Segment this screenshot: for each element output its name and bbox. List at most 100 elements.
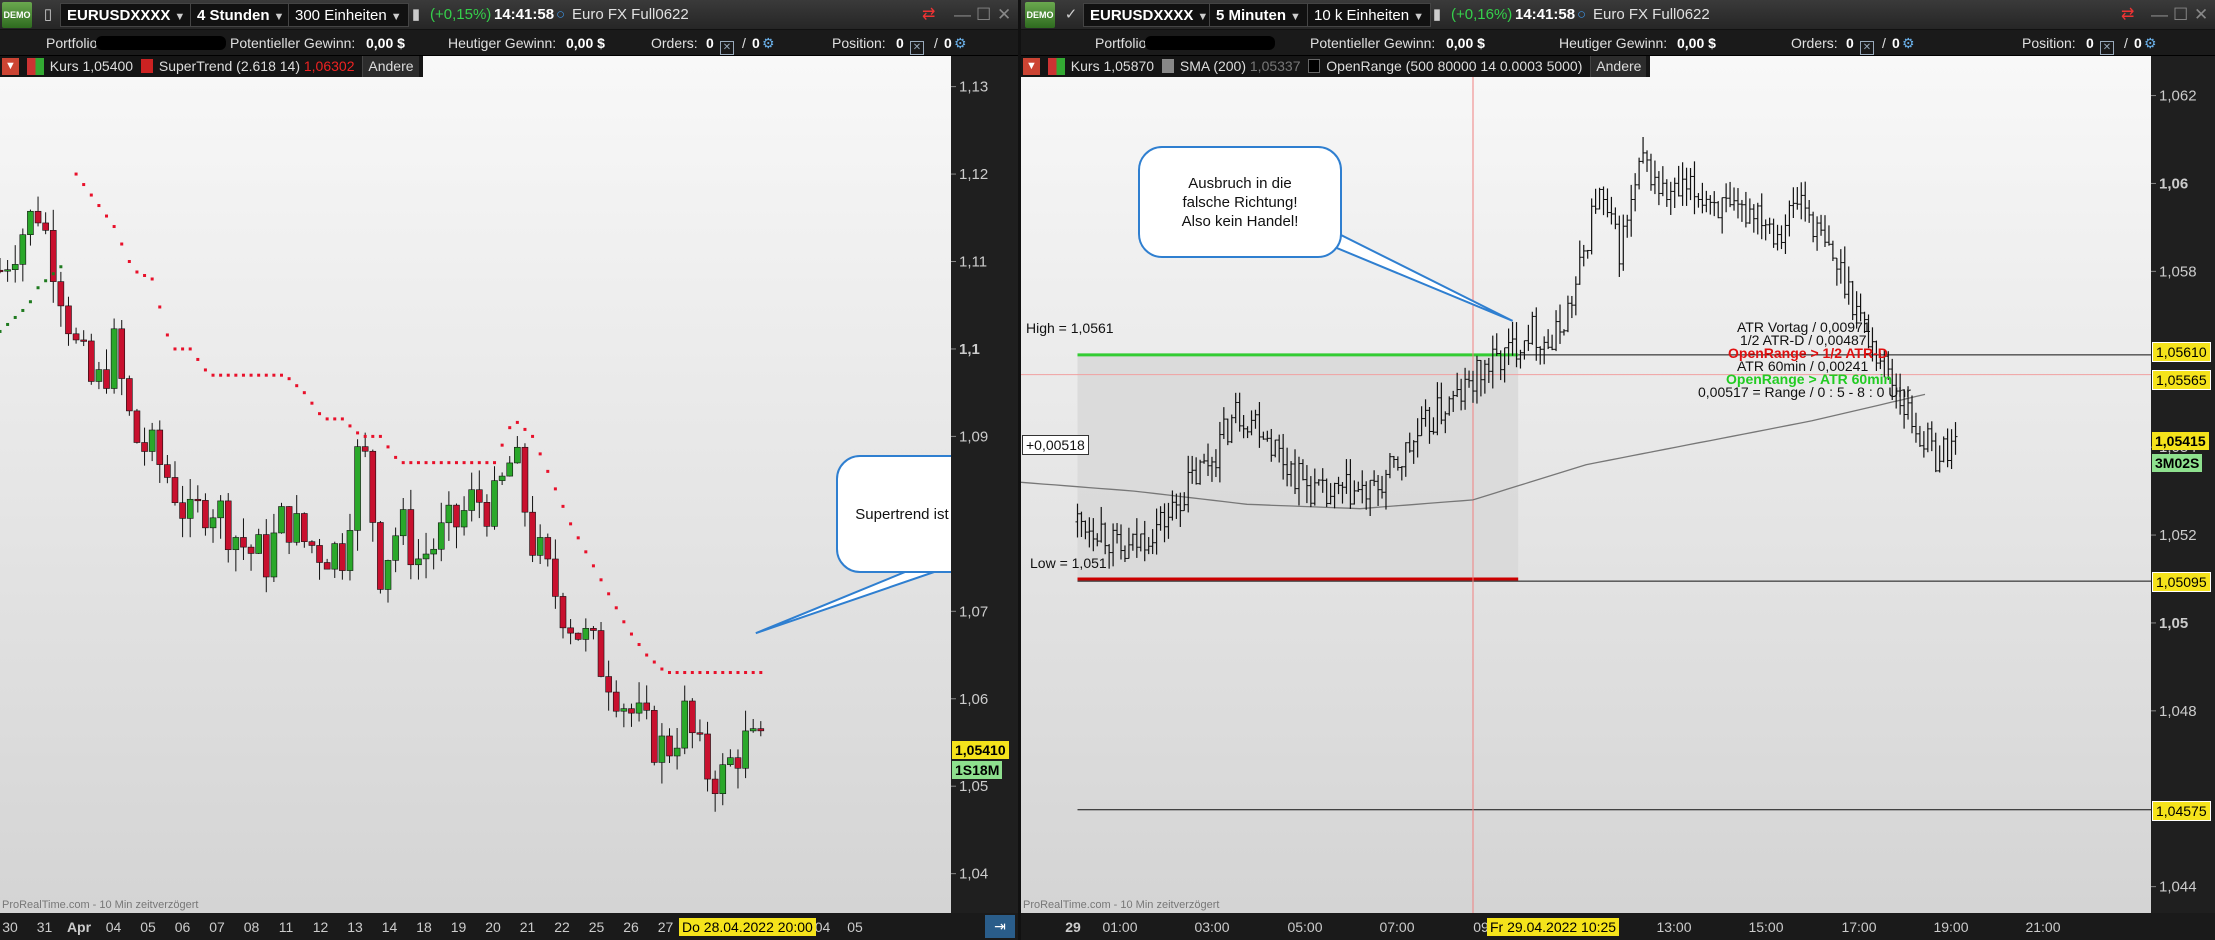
- supertrend-short-dot: [477, 461, 481, 465]
- candle-body: [171, 477, 179, 503]
- symbol-selector[interactable]: EURUSDXXXX ▼: [1083, 3, 1216, 27]
- supertrend-short-dot: [622, 620, 626, 624]
- x-tick-label: 04: [106, 919, 122, 935]
- position-icon[interactable]: ✕: [2098, 30, 2116, 56]
- collapse-icon[interactable]: ▼: [1023, 58, 1040, 75]
- candle-body: [514, 446, 521, 464]
- sma-swatch-icon: [1161, 59, 1174, 73]
- supertrend-short-dot: [416, 461, 420, 465]
- orders-icon[interactable]: ✕: [718, 30, 736, 56]
- legend-price-value: 1,05870: [1103, 58, 1155, 74]
- supertrend-short-dot: [599, 578, 603, 582]
- timeframe-selector[interactable]: 5 Minuten ▼: [1209, 3, 1308, 27]
- candle-body: [0, 269, 4, 273]
- candle-body: [42, 222, 49, 231]
- collapse-icon[interactable]: ▼: [2, 58, 19, 75]
- minimize-icon[interactable]: —: [954, 0, 971, 30]
- position-icon[interactable]: ✕: [908, 30, 926, 56]
- other-indicators-button[interactable]: Andere: [1590, 56, 1647, 77]
- maximize-icon[interactable]: ☐: [976, 0, 991, 30]
- legend-price-label: Kurs: [1070, 58, 1100, 74]
- sync-arrows-icon[interactable]: ⇄: [2121, 0, 2134, 30]
- candle-body: [681, 700, 689, 749]
- candle-body: [643, 702, 650, 711]
- supertrend-long-dot: [51, 272, 55, 276]
- gear-icon[interactable]: ⚙: [762, 30, 775, 56]
- units-selector[interactable]: 300 Einheiten ▼: [288, 3, 409, 27]
- candle-body: [689, 700, 696, 734]
- close-icon[interactable]: ✕: [2194, 0, 2208, 30]
- chart-type-icon[interactable]: ▮: [404, 0, 428, 30]
- supertrend-short-dot: [295, 384, 299, 388]
- candle-body: [87, 340, 95, 382]
- x-axis-right[interactable]: 29 01:00 03:00 05:00 07:00 09 13:00 15:00 17:00 1…: [1021, 913, 2215, 940]
- candle-body: [605, 676, 612, 693]
- supertrend-short-dot: [531, 434, 535, 438]
- y-tick-label: 1,1: [959, 341, 980, 358]
- today-gain-label: Heutiger Gewinn:: [1559, 35, 1668, 51]
- chevron-down-icon: ▼: [1413, 11, 1424, 23]
- candle-body: [498, 475, 506, 481]
- orders-count-b: 0: [752, 35, 760, 51]
- instrument-name: Euro FX Full0622: [572, 6, 689, 23]
- units-selector[interactable]: 10 k Einheiten ▼: [1307, 3, 1431, 27]
- candle-body: [437, 522, 445, 550]
- candle-body: [186, 498, 194, 519]
- close-icon[interactable]: ✕: [997, 0, 1011, 30]
- chart-type-icon[interactable]: ▮: [1425, 0, 1449, 30]
- gear-icon[interactable]: ⚙: [2144, 30, 2157, 56]
- legend-price-label: Kurs: [49, 58, 79, 74]
- supertrend-short-dot: [310, 401, 314, 405]
- candle-body: [628, 708, 635, 714]
- price-chart-left[interactable]: ▼ Kurs 1,05400 SuperTrend (2.618 14) 1,0…: [0, 56, 1008, 913]
- today-gain-value: 0,00 $: [1677, 35, 1716, 51]
- supertrend-short-dot: [591, 564, 595, 568]
- supertrend-short-dot: [759, 671, 763, 675]
- potential-gain-label: Potentieller Gewinn:: [230, 35, 356, 51]
- gear-icon[interactable]: ⚙: [954, 30, 967, 56]
- link-icon[interactable]: ▯: [36, 0, 60, 30]
- potential-gain-value: 0,00 $: [366, 35, 405, 51]
- candle-body: [384, 560, 392, 590]
- link-icon[interactable]: ✓: [1059, 0, 1083, 30]
- portfolio-value-redacted: [96, 36, 226, 50]
- candle-body: [118, 328, 126, 379]
- timeframe-selector[interactable]: 4 Stunden ▼: [190, 3, 292, 27]
- candle-body: [308, 541, 316, 546]
- supertrend-short-dot: [447, 461, 451, 465]
- gear-icon[interactable]: ⚙: [1902, 30, 1915, 56]
- y-axis-left[interactable]: 1,13 1,12 1,11 1,1 1,09 1,07 1,06 1,05 1,04 1,05…: [951, 56, 1018, 913]
- today-gain-value: 0,00 $: [566, 35, 605, 51]
- date-marker-left: Do 28.04.2022 20:00: [679, 918, 816, 936]
- maximize-icon[interactable]: ☐: [2173, 0, 2188, 30]
- candle-body: [293, 513, 301, 543]
- orders-label: Orders:: [651, 35, 698, 51]
- supertrend-short-dot: [165, 333, 169, 337]
- scroll-end-icon[interactable]: ⇥: [985, 915, 1015, 938]
- supertrend-short-dot: [105, 214, 109, 218]
- supertrend-short-dot: [500, 443, 504, 447]
- portfolio-label: Portfolio:: [1095, 35, 1151, 51]
- other-indicators-button[interactable]: Andere: [362, 56, 419, 77]
- symbol-selector[interactable]: EURUSDXXXX ▼: [60, 3, 193, 27]
- x-tick-label: 21: [520, 919, 536, 935]
- candle-body: [650, 710, 658, 763]
- position-label: Position:: [2022, 35, 2076, 51]
- x-axis-left[interactable]: 30 31 Apr 04 05 06 07 08 11 12 13 14 18 19 20 21 22 25 26 2…: [0, 913, 1018, 940]
- orders-icon[interactable]: ✕: [1858, 30, 1876, 56]
- orders-label: Orders:: [1791, 35, 1838, 51]
- price-chart-right[interactable]: ▼ Kurs 1,05870 SMA (200) 1,05337 OpenRan…: [1021, 56, 2151, 913]
- supertrend-short-dot: [97, 204, 101, 208]
- candle-body: [399, 509, 407, 537]
- level-price-tag: 1,04575: [2152, 800, 2211, 821]
- y-axis-right[interactable]: 1,0621,061,0581,0541,0521,051,0481,044 1…: [2151, 56, 2215, 913]
- portfolio-label: Portfolio:: [46, 35, 102, 51]
- supertrend-short-dot: [196, 357, 200, 361]
- candle-body: [27, 210, 34, 236]
- sync-arrows-icon[interactable]: ⇄: [922, 0, 935, 30]
- legend-sma-label: SMA (200): [1179, 58, 1246, 74]
- candle-body: [377, 522, 384, 590]
- minimize-icon[interactable]: —: [2151, 0, 2168, 30]
- candle-body: [339, 543, 346, 571]
- y-axis-left-svg: 1,13 1,12 1,11 1,1 1,09 1,07 1,06 1,05 1,04: [951, 79, 988, 883]
